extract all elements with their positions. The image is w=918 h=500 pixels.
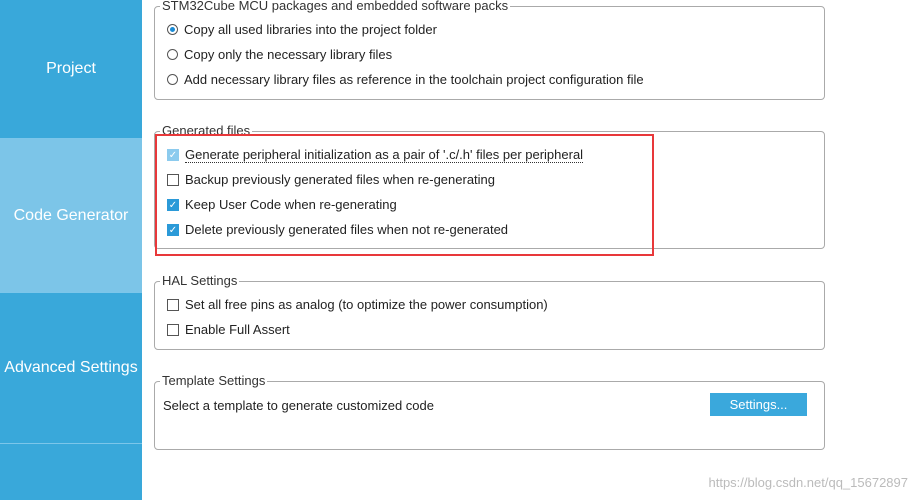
- radio-label: Add necessary library files as reference…: [184, 72, 644, 87]
- tab-code-generator[interactable]: Code Generator: [0, 139, 142, 293]
- radio-label: Copy only the necessary library files: [184, 47, 393, 62]
- tab-advanced-settings[interactable]: Advanced Settings: [0, 293, 142, 444]
- packs-title: STM32Cube MCU packages and embedded soft…: [160, 0, 511, 13]
- radio-icon[interactable]: [167, 74, 178, 85]
- packs-group: STM32Cube MCU packages and embedded soft…: [154, 0, 825, 100]
- hal-settings-group: HAL Settings Set all free pins as analog…: [154, 273, 825, 350]
- radio-add-reference[interactable]: Add necessary library files as reference…: [167, 72, 644, 87]
- radio-selected-icon[interactable]: [167, 24, 178, 35]
- checkbox-icon[interactable]: [167, 323, 179, 336]
- template-text: Select a template to generate customized…: [163, 398, 434, 413]
- hal-title: HAL Settings: [160, 273, 240, 288]
- checkbox-full-assert[interactable]: Enable Full Assert: [167, 322, 290, 337]
- highlight-box: [155, 134, 654, 256]
- radio-copy-necessary[interactable]: Copy only the necessary library files: [167, 47, 392, 62]
- radio-icon[interactable]: [167, 49, 178, 60]
- sidebar: Project Code Generator Advanced Settings: [0, 0, 142, 500]
- watermark: https://blog.csdn.net/qq_15672897: [708, 475, 909, 490]
- template-settings-group: Template Settings Select a template to g…: [154, 373, 825, 450]
- checkbox-icon[interactable]: [167, 298, 179, 311]
- checkbox-free-pins-analog[interactable]: Set all free pins as analog (to optimize…: [167, 297, 548, 312]
- checkbox-label: Set all free pins as analog (to optimize…: [185, 297, 548, 312]
- checkbox-label: Enable Full Assert: [185, 322, 290, 337]
- tab-project[interactable]: Project: [0, 0, 142, 139]
- template-title: Template Settings: [160, 373, 268, 388]
- settings-button[interactable]: Settings...: [710, 393, 807, 416]
- radio-label: Copy all used libraries into the project…: [184, 22, 437, 37]
- radio-copy-all[interactable]: Copy all used libraries into the project…: [167, 22, 437, 37]
